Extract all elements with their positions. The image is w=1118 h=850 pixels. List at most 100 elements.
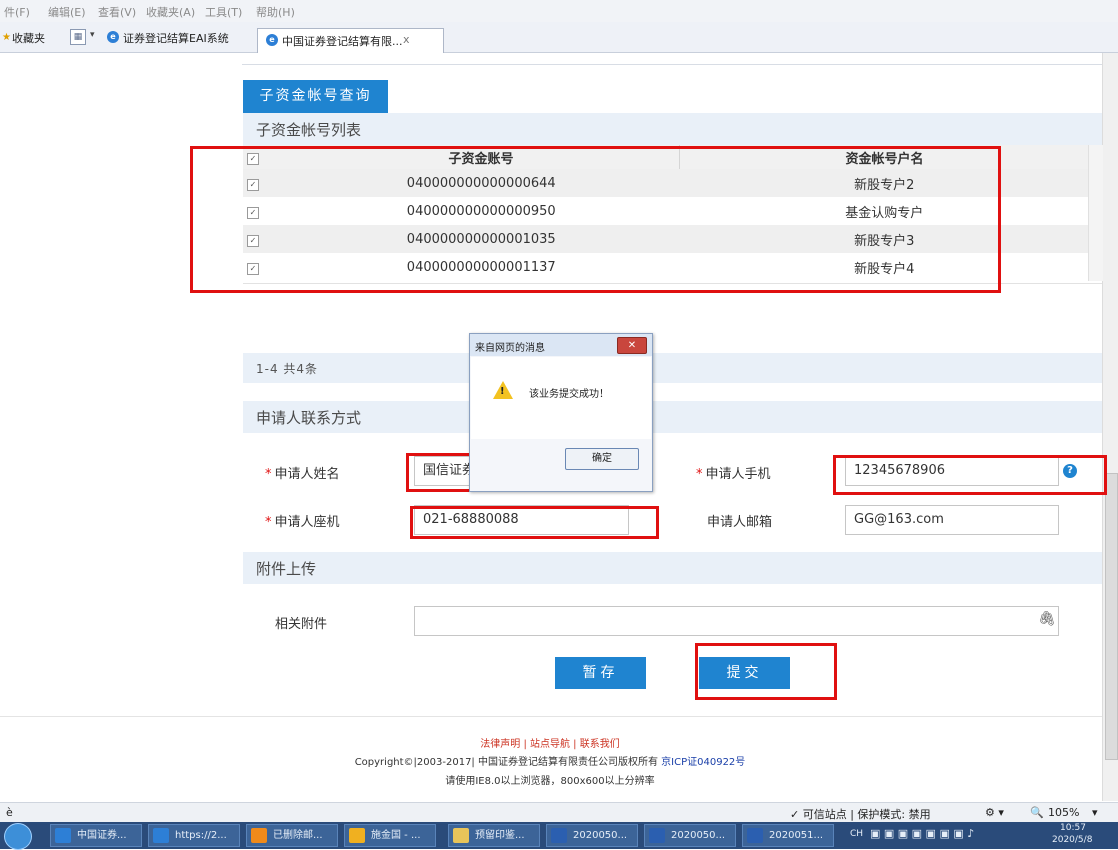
clock-time[interactable]: 10:57 — [1060, 823, 1086, 833]
required-mark: * — [696, 467, 703, 482]
warning-mark: ! — [500, 386, 505, 397]
applicant-name-label: * 申请人姓名 — [265, 463, 340, 482]
status-bar: è ✓ 可信站点 | 保护模式: 禁用 ⚙ ▾ 🔍 105% ▾ — [0, 802, 1118, 823]
dialog-body: ! 该业务提交成功！ — [471, 357, 651, 439]
word-icon — [551, 828, 567, 843]
chevron-down-icon[interactable]: ▾ — [90, 30, 95, 40]
menu-file[interactable]: 件(F) — [4, 4, 30, 20]
applicant-email-label: 申请人邮箱 — [707, 515, 773, 530]
ie-icon — [153, 828, 169, 843]
menu-view[interactable]: 查看(V) — [98, 4, 136, 20]
browser-tab-active[interactable]: e 中国证券登记结算有限... x — [257, 28, 444, 53]
highlight-box-table — [190, 146, 1001, 293]
applicant-mobile-label: * 申请人手机 — [696, 463, 771, 482]
close-icon[interactable]: x — [403, 33, 410, 46]
language-indicator[interactable]: CH — [850, 829, 863, 839]
menu-bar: 件(F) 编辑(E) 查看(V) 收藏夹(A) 工具(T) 帮助(H) — [0, 0, 1118, 22]
taskbar-item-label: 已删除邮... — [273, 830, 323, 841]
menu-help[interactable]: 帮助(H) — [256, 4, 295, 20]
icp-link[interactable]: 京ICP证040922号 — [661, 757, 745, 768]
mail-icon — [251, 828, 267, 843]
scrollbar-thumb[interactable] — [1105, 473, 1118, 760]
taskbar-item-label: 2020051... — [769, 830, 824, 841]
browser-note: 请使用IE8.0以上浏览器，800x600以上分辨率 — [445, 776, 655, 787]
security-icon[interactable]: ⚙ ▾ — [985, 806, 1004, 819]
menu-edit[interactable]: 编辑(E) — [48, 4, 86, 20]
tab-eai-system[interactable]: 证券登记结算EAI系统 — [123, 30, 229, 46]
zoom-level[interactable]: 105% — [1048, 806, 1079, 819]
favorites-button[interactable]: 收藏夹 — [12, 30, 45, 46]
taskbar: 中国证券... https://2... 已删除邮... 施金国 - ... 预… — [0, 822, 1118, 849]
taskbar-item[interactable]: 预留印鉴... — [448, 824, 540, 847]
attachment-field[interactable] — [414, 606, 1059, 636]
zoom-icon[interactable]: 🔍 — [1030, 806, 1044, 819]
taskbar-item[interactable]: 2020051... — [742, 824, 834, 847]
attachment-section-header: 附件上传 — [243, 552, 1102, 584]
word-icon — [747, 828, 763, 843]
label-text: 申请人姓名 — [274, 467, 340, 482]
star-icon: ★ — [2, 32, 11, 43]
table-scroll-gutter — [1088, 145, 1103, 281]
paperclip-icon[interactable]: 🖇 — [1038, 611, 1056, 627]
required-mark: * — [265, 467, 272, 482]
dialog-message: 该业务提交成功！ — [529, 389, 609, 400]
ie-icon — [55, 828, 71, 843]
taskbar-item-label: 2020050... — [573, 830, 628, 841]
dialog-title: 来自网页的消息 — [475, 343, 545, 354]
taskbar-item[interactable]: 2020050... — [546, 824, 638, 847]
copyright: Copyright©|2003-2017| 中国证券登记结算有限责任公司版权所有… — [0, 753, 1100, 768]
required-mark: * — [265, 515, 272, 530]
highlight-box-submit — [695, 643, 837, 700]
footer-links[interactable]: 法律声明 | 站点导航 | 联系我们 — [0, 735, 1100, 750]
quick-tabs-icon[interactable]: ▦ — [70, 29, 86, 45]
chevron-down-icon[interactable]: ▾ — [1092, 806, 1098, 819]
taskbar-item[interactable]: 施金国 - ... — [344, 824, 436, 847]
taskbar-item[interactable]: https://2... — [148, 824, 240, 847]
highlight-box-landline — [410, 506, 659, 539]
taskbar-item-label: 施金国 - ... — [371, 830, 421, 841]
tab-subaccount-query[interactable]: 子资金帐号查询 — [243, 80, 388, 113]
taskbar-item-label: 2020050... — [671, 830, 726, 841]
taskbar-item[interactable]: 已删除邮... — [246, 824, 338, 847]
save-draft-button[interactable]: 暂存 — [555, 657, 646, 689]
attachment-label: 相关附件 — [275, 617, 328, 632]
pager-text: 1-4 共4条 — [256, 362, 319, 376]
contact-section-header: 申请人联系方式 — [243, 401, 1102, 433]
taskbar-item[interactable]: 2020050... — [644, 824, 736, 847]
menu-favorites[interactable]: 收藏夹(A) — [146, 4, 195, 20]
list-title: 子资金帐号列表 — [256, 121, 362, 139]
clock-date[interactable]: 2020/5/8 — [1052, 835, 1092, 845]
taskbar-item[interactable]: 中国证券... — [50, 824, 142, 847]
applicant-landline-label: * 申请人座机 — [265, 511, 340, 530]
status-text: è — [6, 806, 13, 819]
contact-title: 申请人联系方式 — [256, 409, 362, 427]
trusted-site-status[interactable]: ✓ 可信站点 | 保护模式: 禁用 — [790, 806, 931, 822]
word-icon — [649, 828, 665, 843]
dialog-titlebar: 来自网页的消息 ✕ — [470, 334, 652, 356]
label-text: 申请人座机 — [274, 515, 340, 530]
highlight-box-mobile — [833, 455, 1107, 495]
close-icon[interactable]: ✕ — [617, 337, 647, 354]
tab-title: 中国证券登记结算有限... — [282, 35, 403, 48]
tab-bar: ★ 收藏夹 ▦ ▾ e 证券登记结算EAI系统 — [0, 22, 1118, 53]
divider — [0, 716, 1102, 717]
copyright-text: Copyright©|2003-2017| 中国证券登记结算有限责任公司版权所有 — [354, 757, 662, 768]
folder-icon — [453, 828, 469, 843]
ok-button[interactable]: 确定 — [565, 448, 639, 470]
taskbar-item-label: 预留印鉴... — [475, 830, 525, 841]
message-dialog: 来自网页的消息 ✕ ! 该业务提交成功！ 确定 — [469, 333, 653, 492]
taskbar-item-label: 中国证券... — [77, 830, 127, 841]
menu-tools[interactable]: 工具(T) — [205, 4, 242, 20]
start-button[interactable] — [4, 823, 32, 850]
divider — [242, 64, 1102, 65]
ie-icon: e — [107, 31, 119, 43]
tray-icons[interactable]: ▣ ▣ ▣ ▣ ▣ ▣ ▣ ♪ — [870, 827, 974, 840]
vertical-scrollbar[interactable] — [1102, 53, 1118, 801]
taskbar-item-label: https://2... — [175, 830, 227, 841]
pager: 1-4 共4条 — [243, 353, 1102, 383]
ie-icon: e — [266, 34, 278, 46]
attachment-title: 附件上传 — [256, 560, 317, 578]
list-section-header: 子资金帐号列表 — [243, 113, 1102, 145]
applicant-email-field[interactable]: GG@163.com — [845, 505, 1059, 535]
chat-icon — [349, 828, 365, 843]
